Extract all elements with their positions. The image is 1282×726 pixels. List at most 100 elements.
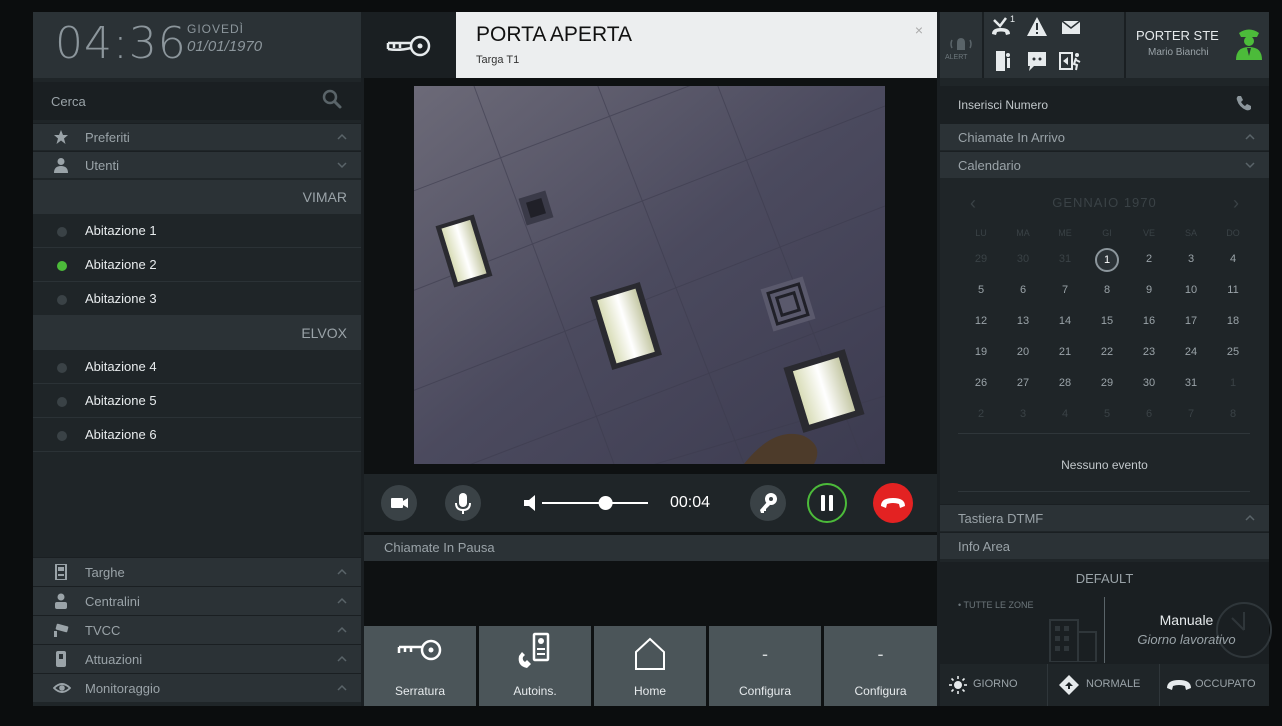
volume-slider[interactable] [540,492,650,514]
calendar-day[interactable]: 31 [1044,248,1086,279]
door-status-button[interactable] [986,45,1020,77]
dial-number-input[interactable]: Inserisci Numero [958,98,1048,112]
building-icon [1044,606,1098,667]
section-centralini[interactable]: Centralini [33,586,361,615]
section-calendar[interactable]: Calendario [940,151,1269,178]
call-controls: 00:04 [364,474,937,532]
user-item[interactable]: Abitazione 2 [33,248,361,282]
search-icon[interactable] [321,88,343,115]
paused-calls-label: Chiamate In Pausa [384,540,495,555]
busy-mode-button[interactable]: OCCUPATO [1160,664,1269,706]
calendar-day[interactable]: 28 [1044,372,1086,403]
section-tvcc[interactable]: TVCC [33,615,361,644]
calendar-day[interactable]: 22 [1086,341,1128,372]
calendar-day[interactable]: 9 [1128,279,1170,310]
home-tile-button[interactable]: Home [594,626,706,706]
calendar-day[interactable]: 31 [1170,372,1212,403]
exit-button[interactable] [1054,45,1088,77]
calendar-day[interactable]: 11 [1212,279,1254,310]
calendar-day[interactable]: 25 [1212,341,1254,372]
hold-call-button[interactable] [807,483,847,523]
video-toggle-button[interactable] [381,485,417,521]
notification-banner: PORTA APERTA Targa T1 × [456,12,937,78]
section-favorites[interactable]: Preferiti [33,123,361,150]
section-targhe[interactable]: Targhe [33,557,361,586]
calendar-day[interactable]: 1 [1212,372,1254,403]
calendar-day[interactable]: 27 [1002,372,1044,403]
user-item[interactable]: Abitazione 3 [33,282,361,316]
calendar-day[interactable]: 8 [1086,279,1128,310]
calendar-day[interactable]: 29 [960,248,1002,279]
calendar-day[interactable]: 16 [1128,310,1170,341]
dial-number-box[interactable]: Inserisci Numero [940,86,1269,124]
calendar-day[interactable]: 15 [1086,310,1128,341]
user-item[interactable]: Abitazione 6 [33,418,361,452]
section-monitoraggio[interactable]: Monitoraggio [33,673,361,702]
user-item[interactable]: Abitazione 1 [33,214,361,248]
calendar-day[interactable]: 2 [1128,248,1170,279]
clock-date: 01/01/1970 [187,38,263,55]
calendar-day[interactable]: 4 [1044,403,1086,434]
search-input[interactable]: Cerca [51,94,86,109]
calendar-day[interactable]: 29 [1086,372,1128,403]
calendar-day[interactable]: 10 [1170,279,1212,310]
tile-label: Configura [854,684,907,698]
configure-tile-button[interactable]: - Configura [709,626,821,706]
calendar-day[interactable]: 14 [1044,310,1086,341]
calendar-day[interactable]: 8 [1212,403,1254,434]
calendar-day-today[interactable]: 1 [1086,248,1128,279]
calendar-day[interactable]: 5 [960,279,1002,310]
calendar-day[interactable]: 3 [1170,248,1212,279]
phone-icon[interactable] [1235,94,1253,117]
calendar-day[interactable]: 19 [960,341,1002,372]
lock-tile-button[interactable]: Serratura [364,626,476,706]
normal-mode-button[interactable]: NORMALE [1048,664,1160,706]
porter-profile[interactable]: PORTER STE Mario Bianchi [1126,12,1269,78]
calendar-day[interactable]: 24 [1170,341,1212,372]
configure-tile-button[interactable]: - Configura [824,626,937,706]
calendar-day[interactable]: 6 [1128,403,1170,434]
autoinsert-tile-button[interactable]: Autoins. [479,626,591,706]
day-type-label: Giorno lavorativo [1137,632,1236,647]
section-attuazioni[interactable]: Attuazioni [33,644,361,673]
calendar-day[interactable]: 5 [1086,403,1128,434]
close-notification-button[interactable]: × [915,22,923,38]
user-item[interactable]: Abitazione 4 [33,350,361,384]
calendar-day[interactable]: 3 [1002,403,1044,434]
calendar-day[interactable]: 30 [1002,248,1044,279]
calendar-day[interactable]: 23 [1128,341,1170,372]
microphone-button[interactable] [445,485,481,521]
door-key-button[interactable] [750,485,786,521]
user-item[interactable]: Abitazione 5 [33,384,361,418]
calendar-day[interactable]: 7 [1170,403,1212,434]
chevron-up-icon [335,130,349,144]
calendar-day[interactable]: 26 [960,372,1002,403]
section-dtmf-keypad[interactable]: Tastiera DTMF [940,504,1269,531]
messages-button[interactable] [1054,12,1088,44]
calendar-day[interactable]: 17 [1170,310,1212,341]
section-users[interactable]: Utenti [33,151,361,178]
calendar-day[interactable]: 2 [960,403,1002,434]
calendar-day[interactable]: 13 [1002,310,1044,341]
section-info-area[interactable]: Info Area [940,532,1269,559]
calendar-day[interactable]: 30 [1128,372,1170,403]
calendar-day[interactable]: 20 [1002,341,1044,372]
calendar-day[interactable]: 21 [1044,341,1086,372]
alert-button[interactable]: ALERT [940,12,982,78]
calendar-next-button[interactable]: › [1233,193,1239,214]
calendar-day[interactable]: 18 [1212,310,1254,341]
calendar-day[interactable]: 12 [960,310,1002,341]
volume-knob[interactable] [598,496,613,510]
cctv-camera-icon [53,622,69,638]
calendar-day[interactable]: 7 [1044,279,1086,310]
chat-button[interactable] [1020,45,1054,77]
calendar-day[interactable]: 4 [1212,248,1254,279]
calendar-day[interactable]: 6 [1002,279,1044,310]
missed-count-badge: 1 [1010,14,1016,24]
warning-button[interactable] [1020,12,1054,44]
day-mode-button[interactable]: GIORNO [940,664,1048,706]
search-box[interactable]: Cerca [33,82,361,120]
hang-up-button[interactable] [873,483,913,523]
section-incoming-calls[interactable]: Chiamate In Arrivo [940,123,1269,150]
missed-calls-button[interactable]: 1 [986,12,1020,44]
